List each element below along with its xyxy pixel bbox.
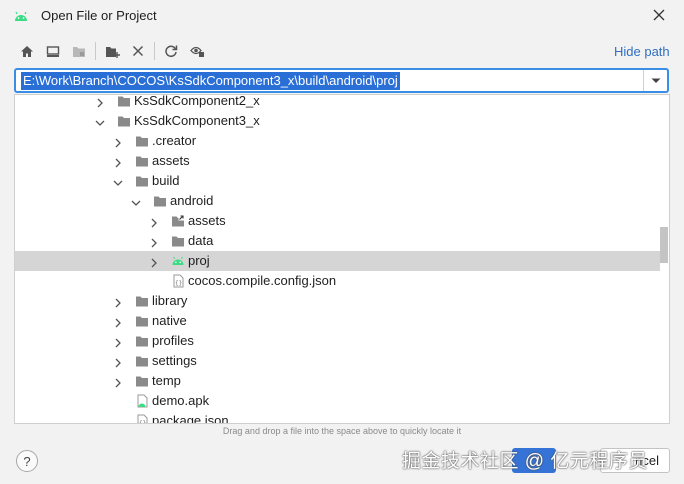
toolbar — [14, 38, 210, 64]
folder-icon — [135, 354, 149, 368]
tree-row[interactable]: proj — [15, 251, 660, 271]
folder-icon — [153, 194, 167, 208]
tree-row-label: assets — [188, 213, 226, 228]
json-file-icon: {} — [171, 274, 185, 288]
tree-row-label: native — [152, 313, 187, 328]
path-input[interactable]: E:\Work\Branch\COCOS\KsSdkComponent3_x\b… — [14, 68, 669, 93]
tree-row[interactable]: demo.apk — [15, 391, 660, 411]
folder-icon — [117, 95, 131, 108]
tree-row-label: build — [152, 173, 180, 188]
chevron-right-icon[interactable] — [149, 256, 159, 268]
tree-row-label: assets — [152, 153, 190, 168]
tree-row[interactable]: profiles — [15, 331, 660, 351]
show-hidden-icon[interactable] — [184, 39, 210, 63]
tree-row[interactable]: KsSdkComponent3_x — [15, 111, 660, 131]
tree-row-label: android — [170, 193, 214, 208]
chevron-down-icon[interactable] — [131, 196, 141, 206]
folder-icon — [171, 234, 185, 248]
folder-icon — [135, 174, 149, 188]
tree-row-label: package.json — [152, 413, 229, 424]
tree-row-label: .creator — [152, 133, 197, 148]
chevron-right-icon[interactable] — [113, 136, 123, 148]
new-folder-icon[interactable] — [99, 39, 125, 63]
tree-row-label: KsSdkComponent2_x — [134, 94, 260, 108]
chevron-down-icon[interactable] — [643, 70, 667, 91]
close-icon[interactable] — [648, 4, 670, 26]
home-icon[interactable] — [14, 39, 40, 63]
json-file-icon: {} — [135, 414, 149, 424]
android-icon — [171, 254, 185, 268]
file-tree[interactable]: KsSdkComponent2_x KsSdkComponent3_x .creat… — [14, 94, 670, 424]
tree-row[interactable]: KsSdkComponent2_x — [15, 94, 660, 111]
tree-row[interactable]: build — [15, 171, 660, 191]
tree-row-label: data — [188, 233, 214, 248]
tree-row[interactable]: native — [15, 311, 660, 331]
tree-row[interactable]: assets — [15, 151, 660, 171]
tree-row[interactable]: {} cocos.compile.config.json — [15, 271, 660, 291]
path-input-value[interactable]: E:\Work\Branch\COCOS\KsSdkComponent3_x\b… — [21, 72, 400, 90]
tree-row-label: demo.apk — [152, 393, 210, 408]
window-title: Open File or Project — [41, 8, 157, 23]
project-folder-icon — [66, 39, 92, 63]
tree-row-label: settings — [152, 353, 197, 368]
tree-row[interactable]: android — [15, 191, 660, 211]
chevron-down-icon[interactable] — [113, 176, 123, 186]
chevron-right-icon[interactable] — [113, 336, 123, 348]
chevron-right-icon[interactable] — [113, 156, 123, 168]
chevron-right-icon[interactable] — [149, 216, 159, 228]
scrollbar-thumb[interactable] — [660, 227, 668, 263]
refresh-icon[interactable] — [158, 39, 184, 63]
chevron-right-icon[interactable] — [95, 96, 105, 108]
title-bar: Open File or Project — [0, 0, 684, 32]
folder-icon — [135, 294, 149, 308]
chevron-right-icon[interactable] — [113, 316, 123, 328]
tree-row[interactable]: library — [15, 291, 660, 311]
tree-row-label: cocos.compile.config.json — [188, 273, 337, 288]
drag-drop-hint: Drag and drop a file into the space abov… — [222, 426, 462, 436]
tree-row[interactable]: temp — [15, 371, 660, 391]
tree-row-label: proj — [188, 253, 210, 268]
chevron-right-icon[interactable] — [149, 236, 159, 248]
toolbar-separator — [154, 42, 155, 60]
folder-icon — [135, 154, 149, 168]
help-button[interactable]: ? — [16, 450, 38, 472]
folder-icon — [135, 374, 149, 388]
folder-icon — [135, 134, 149, 148]
hide-path-link[interactable]: Hide path — [614, 44, 670, 59]
watermark: 掘金技术社区 @ 亿元程序员 — [402, 451, 648, 472]
folder-icon — [135, 314, 149, 328]
tree-row[interactable]: assets — [15, 211, 660, 231]
svg-text:{}: {} — [175, 280, 182, 287]
svg-text:{}: {} — [139, 420, 146, 424]
chevron-down-icon[interactable] — [95, 116, 105, 126]
delete-icon[interactable] — [125, 39, 151, 63]
tree-row-label: profiles — [152, 333, 194, 348]
toolbar-separator — [95, 42, 96, 60]
chevron-right-icon[interactable] — [113, 376, 123, 388]
linked-folder-icon — [171, 214, 185, 228]
tree-row-label: library — [152, 293, 188, 308]
android-icon — [13, 9, 29, 23]
tree-row[interactable]: data — [15, 231, 660, 251]
tree-row[interactable]: settings — [15, 351, 660, 371]
folder-icon — [135, 334, 149, 348]
tree-row-label: temp — [152, 373, 181, 388]
tree-scrollbar[interactable] — [659, 95, 669, 423]
chevron-right-icon[interactable] — [113, 296, 123, 308]
tree-row[interactable]: .creator — [15, 131, 660, 151]
tree-row[interactable]: {} package.json — [15, 411, 660, 424]
folder-icon — [117, 114, 131, 128]
chevron-right-icon[interactable] — [113, 356, 123, 368]
apk-file-icon — [135, 394, 149, 408]
tree-row-label: KsSdkComponent3_x — [134, 113, 260, 128]
desktop-icon[interactable] — [40, 39, 66, 63]
